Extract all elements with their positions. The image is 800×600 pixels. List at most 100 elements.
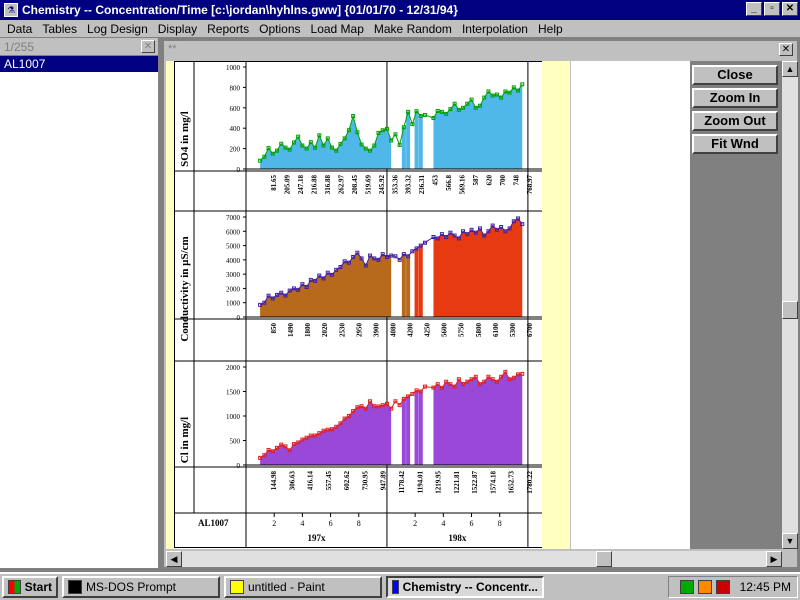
data-point [520, 82, 525, 87]
window-titlebar[interactable]: ⚗ Chemistry -- Concentration/Time [c:\jo… [0, 0, 800, 20]
value-label: 4080 [389, 323, 397, 338]
well-list-pane: 1/255 ✕ AL1007 [0, 38, 160, 568]
start-button[interactable]: Start [2, 576, 58, 598]
value-label: 6100 [492, 323, 500, 338]
menu-options[interactable]: Options [254, 22, 305, 36]
menu-bar: Data Tables Log Design Display Reports O… [0, 20, 800, 38]
vertical-scroll-thumb[interactable] [782, 301, 798, 319]
value-label: 602.62 [343, 471, 351, 491]
menu-make-random[interactable]: Make Random [369, 22, 457, 36]
value-label: 557.45 [325, 471, 333, 491]
value-label: 3900 [372, 323, 380, 338]
zoom-in-button[interactable]: Zoom In [692, 88, 778, 108]
menu-load-map[interactable]: Load Map [306, 22, 369, 36]
area-fill-right-2 [433, 371, 523, 465]
task-msdos[interactable]: MS-DOS Prompt [62, 576, 220, 598]
y-tick-label: 2000 [226, 364, 241, 372]
close-button[interactable]: ✕ [782, 2, 798, 16]
task-paint[interactable]: untitled - Paint [224, 576, 382, 598]
menu-tables[interactable]: Tables [37, 22, 82, 36]
value-label: 2950 [355, 323, 363, 338]
value-label: 306.63 [288, 471, 296, 491]
time-tick-label: 6 [329, 519, 333, 528]
chart-close-icon[interactable]: ✕ [779, 43, 793, 56]
menu-help[interactable]: Help [533, 22, 568, 36]
time-tick-label: 4 [300, 519, 304, 528]
horizontal-scrollbar[interactable]: ◀ ▶ [166, 551, 782, 567]
value-label: 1219.95 [435, 471, 443, 494]
time-tick-label: 2 [413, 519, 417, 528]
list-item[interactable]: AL1007 [0, 56, 158, 72]
horizontal-scroll-thumb[interactable] [596, 551, 612, 567]
value-label: 569.16 [459, 175, 467, 195]
gap-bar [401, 254, 406, 317]
gap-bar [406, 396, 411, 465]
time-tick-label: 2 [272, 519, 276, 528]
value-label: 1780.22 [526, 471, 534, 494]
value-label: 1490 [287, 323, 295, 338]
gap-bar [418, 391, 423, 465]
menu-log-design[interactable]: Log Design [82, 22, 153, 36]
y-tick-label: 1000 [226, 300, 241, 308]
y-axis-label-0: SO4 in mg/l [179, 111, 191, 167]
value-label: 587 [472, 175, 480, 186]
decade-label-198x: 198x [448, 533, 467, 543]
value-label: 4250 [424, 323, 432, 338]
chemistry-task-icon [392, 580, 399, 594]
value-label: 620 [486, 175, 494, 186]
maximize-button[interactable]: ▫ [764, 2, 780, 16]
scroll-down-icon[interactable]: ▼ [782, 533, 798, 549]
value-label: 748 [513, 175, 521, 186]
minimize-button[interactable]: _ [746, 2, 762, 16]
zoom-out-button[interactable]: Zoom Out [692, 111, 778, 131]
chart-window-title: ** [168, 43, 177, 55]
clock[interactable]: 12:45 PM [740, 580, 791, 594]
value-label: 353.36 [391, 175, 399, 195]
vertical-scrollbar[interactable]: ▲ ▼ [782, 61, 798, 549]
volume-icon[interactable] [697, 580, 712, 594]
value-label: 236.31 [418, 174, 426, 194]
value-label: 700 [499, 175, 507, 186]
value-label: 81.65 [270, 175, 278, 191]
value-label: 6700 [526, 323, 534, 338]
value-label: 947.89 [380, 471, 388, 491]
menu-reports[interactable]: Reports [202, 22, 254, 36]
menu-interpolation[interactable]: Interpolation [457, 22, 533, 36]
value-label: 1574.18 [489, 471, 497, 494]
start-label: Start [24, 580, 52, 594]
menu-data[interactable]: Data [2, 22, 37, 36]
antivirus-icon[interactable] [715, 580, 730, 594]
gap-bar [418, 245, 423, 317]
gap-bar [414, 248, 419, 317]
list-close-button[interactable]: ✕ [141, 40, 155, 53]
scroll-up-icon[interactable]: ▲ [782, 61, 798, 77]
y-tick-label: 0 [237, 166, 241, 174]
windows-logo-icon [8, 580, 21, 594]
y-tick-label: 0 [237, 462, 241, 470]
task-chemistry[interactable]: Chemistry -- Concentr... [386, 576, 544, 598]
value-label: 416.14 [307, 471, 315, 491]
area-fill-left-1 [260, 252, 392, 317]
task-chemistry-label: Chemistry -- Concentr... [402, 580, 538, 594]
network-icon[interactable] [679, 580, 694, 594]
fit-window-button[interactable]: Fit Wnd [692, 134, 778, 154]
y-tick-label: 6000 [226, 228, 241, 236]
task-paint-label: untitled - Paint [248, 580, 325, 594]
value-label: 5800 [475, 323, 483, 338]
right-margin-strip [542, 61, 570, 549]
scroll-right-icon[interactable]: ▶ [766, 551, 782, 567]
command-panel: Close Zoom In Zoom Out Fit Wnd [690, 61, 782, 549]
left-margin-strip [166, 61, 174, 549]
blank-panel [570, 61, 690, 549]
list-header: 1/255 ✕ [0, 38, 158, 56]
value-label: 566.8 [445, 175, 453, 191]
y-axis-label-1: Conductivity in µS/cm [179, 236, 191, 341]
chart-window: ** ✕ SO4 in mg/l 1000 800 600 400 200 0 81.65 20… [163, 40, 798, 568]
y-tick-label: 5000 [226, 243, 241, 251]
value-label: 393.32 [405, 175, 413, 195]
paint-icon [230, 580, 244, 594]
scroll-left-icon[interactable]: ◀ [166, 551, 182, 567]
close-chart-button[interactable]: Close [692, 65, 778, 85]
system-tray: 12:45 PM [668, 576, 798, 598]
menu-display[interactable]: Display [153, 22, 202, 36]
